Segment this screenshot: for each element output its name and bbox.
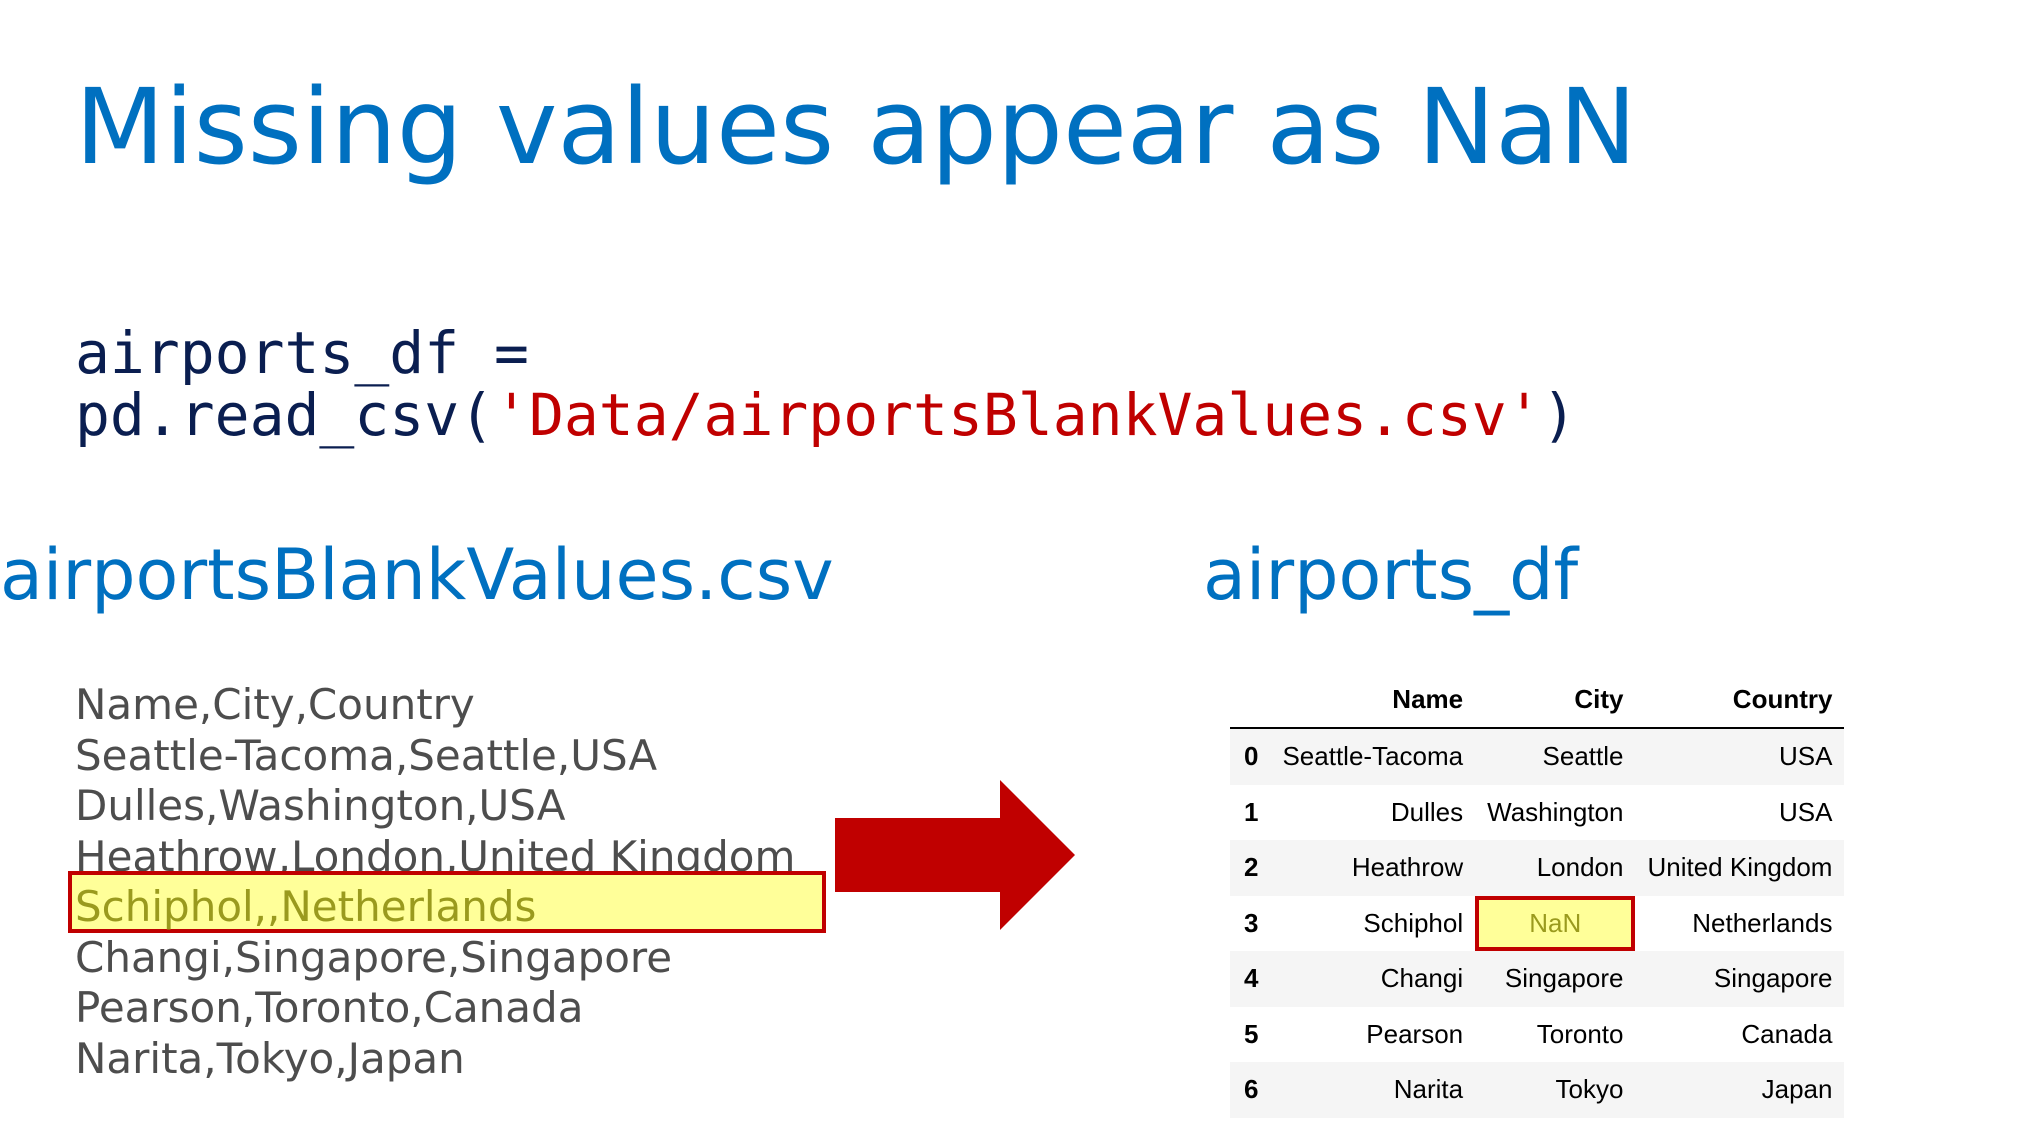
cell-city: Washington <box>1487 796 1624 827</box>
code-call: pd.read_csv( <box>75 381 495 449</box>
cell-city: Toronto <box>1536 1018 1624 1049</box>
cell-country: Singapore <box>1713 963 1833 994</box>
table-row: 1 Dulles Washington USA <box>1230 784 1845 840</box>
table-row: 0 Seattle-Tacoma Seattle USA <box>1230 728 1845 785</box>
csv-line: Name,City,Country <box>75 680 475 729</box>
table-row: 6 Narita Tokyo Japan <box>1230 1062 1845 1118</box>
row-index: 2 <box>1244 852 1259 883</box>
csv-line-highlighted: Schiphol,,Netherlands <box>75 882 537 931</box>
cell-city: Tokyo <box>1555 1074 1624 1105</box>
table-row: 5 Pearson Toronto Canada <box>1230 1006 1845 1062</box>
cell-country: Japan <box>1761 1074 1833 1105</box>
cell-name: Narita <box>1393 1074 1464 1105</box>
cell-country: Canada <box>1741 1018 1833 1049</box>
arrow-shape <box>835 780 1075 930</box>
cell-city-nan-highlighted: NaN <box>1475 895 1636 951</box>
csv-file-contents: Name,City,Country Seattle-Tacoma,Seattle… <box>75 680 795 1084</box>
cell-country: USA <box>1779 796 1833 827</box>
table-row: 4 Changi Singapore Singapore <box>1230 951 1845 1007</box>
csv-line: Narita,Tokyo,Japan <box>75 1033 465 1083</box>
cell-name: Changi <box>1380 963 1464 994</box>
cell-name: Pearson <box>1366 1018 1464 1049</box>
column-header-name: Name <box>1270 672 1476 729</box>
row-index: 5 <box>1244 1018 1259 1049</box>
cell-city: London <box>1536 852 1624 883</box>
cell-country: USA <box>1779 741 1833 772</box>
cell-name: Schiphol <box>1363 907 1464 938</box>
cell-city: Singapore <box>1504 963 1624 994</box>
table-header-row: Name City Country <box>1230 672 1845 729</box>
right-arrow-icon <box>835 780 1075 930</box>
dataframe-table: Name City Country 0 Seattle-Tacoma Seatt… <box>1230 672 1845 1118</box>
cell-name: Dulles <box>1390 796 1464 827</box>
csv-file-label: airportsBlankValues.csv <box>0 534 834 616</box>
csv-line: Seattle-Tacoma,Seattle,USA <box>75 730 658 780</box>
code-line-2: pd.read_csv('Data/airportsBlankValues.cs… <box>75 384 1577 446</box>
cell-name: Seattle-Tacoma <box>1282 741 1464 772</box>
code-snippet: airports_df = pd.read_csv('Data/airports… <box>75 322 1577 446</box>
code-close-paren: ) <box>1541 381 1577 449</box>
column-header-country: Country <box>1635 672 1845 729</box>
cell-country: Netherlands <box>1692 907 1833 938</box>
cell-country: United Kingdom <box>1647 852 1833 883</box>
table-row: 3 Schiphol NaN Netherlands <box>1230 895 1845 951</box>
cell-city: Seattle <box>1542 741 1624 772</box>
csv-line: Dulles,Washington,USA <box>75 781 566 830</box>
slide-title: Missing values appear as NaN <box>75 66 1637 188</box>
csv-line: Changi,Singapore,Singapore <box>75 932 673 982</box>
row-index: 1 <box>1244 796 1259 827</box>
dataframe-label: airports_df <box>1203 534 1579 616</box>
row-index: 0 <box>1244 741 1259 772</box>
row-index: 3 <box>1244 907 1259 938</box>
row-index: 6 <box>1244 1074 1259 1105</box>
csv-line: Pearson,Toronto,Canada <box>75 983 584 1032</box>
table-row: 2 Heathrow London United Kingdom <box>1230 840 1845 896</box>
code-line-1: airports_df = <box>75 319 529 387</box>
column-header-city: City <box>1475 672 1636 729</box>
row-index: 4 <box>1244 963 1259 994</box>
cell-name: Heathrow <box>1351 852 1464 883</box>
column-header-index <box>1230 672 1271 729</box>
code-string: 'Data/airportsBlankValues.csv' <box>494 381 1542 449</box>
